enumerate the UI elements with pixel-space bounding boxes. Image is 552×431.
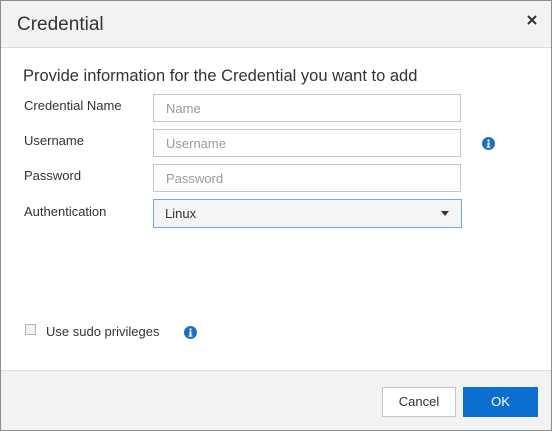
- ok-button[interactable]: OK: [463, 387, 538, 417]
- sudo-checkbox[interactable]: [25, 324, 36, 335]
- password-input[interactable]: [153, 164, 461, 192]
- username-info-icon[interactable]: [482, 137, 495, 150]
- sudo-info-icon[interactable]: [184, 326, 197, 339]
- dialog-body: Provide information for the Credential y…: [1, 48, 551, 370]
- cancel-button[interactable]: Cancel: [382, 387, 456, 417]
- authentication-select[interactable]: Linux: [153, 199, 462, 228]
- sudo-label: Use sudo privileges: [46, 324, 160, 339]
- close-icon[interactable]: [525, 13, 539, 27]
- authentication-selected-value: Linux: [165, 206, 197, 221]
- caret-down-icon: [441, 211, 449, 216]
- password-label: Password: [24, 168, 82, 183]
- username-input[interactable]: [153, 129, 461, 157]
- credential-dialog: Credential Provide information for the C…: [0, 0, 552, 431]
- username-label: Username: [24, 133, 84, 148]
- dialog-footer: Cancel OK: [1, 370, 551, 430]
- credential-name-label: Credential Name: [24, 98, 122, 113]
- dialog-subtitle: Provide information for the Credential y…: [23, 67, 418, 85]
- credential-name-input[interactable]: [153, 94, 461, 122]
- dialog-header: Credential: [1, 1, 551, 48]
- dialog-title: Credential: [17, 14, 104, 35]
- authentication-label: Authentication: [24, 204, 107, 219]
